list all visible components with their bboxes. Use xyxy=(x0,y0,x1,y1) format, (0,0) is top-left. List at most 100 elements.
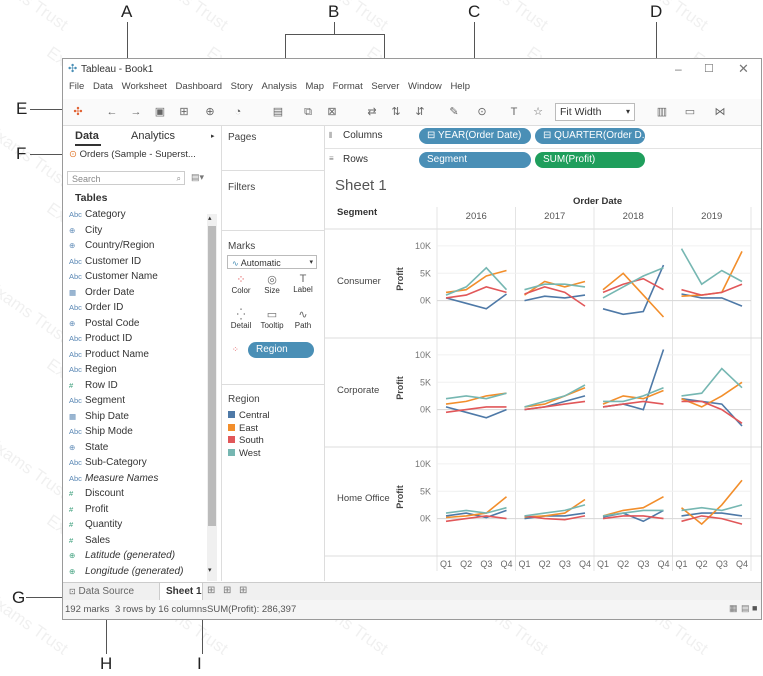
field-item[interactable]: Abc Order ID xyxy=(69,302,123,313)
menu-server[interactable]: Server xyxy=(371,81,399,92)
highlight-icon[interactable]: ✎ xyxy=(447,105,461,119)
clear-sheet-icon[interactable]: ⊠ xyxy=(325,105,339,119)
field-item[interactable]: # Row ID xyxy=(69,380,118,391)
field-item[interactable]: ⊕ Latitude (generated) xyxy=(69,550,175,561)
field-item[interactable]: # Quantity xyxy=(69,519,122,530)
series-line-south[interactable] xyxy=(445,286,507,299)
field-item[interactable]: ⊕ City xyxy=(69,225,102,236)
redo-icon[interactable]: → xyxy=(129,105,143,119)
path-button[interactable]: ∿ Path xyxy=(289,308,317,338)
legend-item-central[interactable]: Central xyxy=(228,410,270,423)
field-item[interactable]: # Profit xyxy=(69,504,108,515)
field-scrollbar[interactable]: ▴ ▾ xyxy=(207,214,217,581)
region-mark-pill[interactable]: Region xyxy=(248,342,314,358)
menu-map[interactable]: Map xyxy=(306,81,324,92)
datasource-item[interactable]: ⊙ Orders (Sample - Superst... xyxy=(69,149,215,164)
show-labels-icon[interactable]: T xyxy=(507,105,521,119)
series-line-west[interactable] xyxy=(445,506,507,514)
field-item[interactable]: Abc Segment xyxy=(69,395,125,406)
new-datasource-icon[interactable]: ⊞ xyxy=(177,105,191,119)
new-story-icon[interactable]: ⊞ xyxy=(239,585,247,596)
menu-data[interactable]: Data xyxy=(93,81,113,92)
legend-item-west[interactable]: West xyxy=(228,448,270,461)
new-worksheet-icon[interactable]: ⊞ xyxy=(207,585,215,596)
view-options-icon[interactable]: ▤▾ xyxy=(191,172,204,183)
new-sheet-icon[interactable]: ⊕ xyxy=(203,105,217,119)
fix-axes-icon[interactable]: ☆ xyxy=(531,105,545,119)
field-item[interactable]: ⊕ State xyxy=(69,442,108,453)
grid-view-icon[interactable]: ▦ xyxy=(729,603,738,614)
maximize-icon[interactable]: ☐ xyxy=(704,62,714,75)
series-line-south[interactable] xyxy=(681,515,743,525)
mark-type-select[interactable]: ∿ Automatic ▾ xyxy=(227,255,317,269)
sheet1-tab[interactable]: Sheet 1 xyxy=(159,583,203,600)
menu-analysis[interactable]: Analysis xyxy=(262,81,297,92)
color-button[interactable]: ⁘ Color xyxy=(227,273,255,303)
size-button[interactable]: ◎ Size xyxy=(258,273,286,303)
series-line-west[interactable] xyxy=(680,248,743,286)
label-button[interactable]: T Label xyxy=(289,273,317,303)
field-item[interactable]: Abc Region xyxy=(69,364,117,375)
filmstrip-icon[interactable]: ■ xyxy=(752,603,757,613)
tab-analytics[interactable]: Analytics xyxy=(131,130,175,142)
menu-format[interactable]: Format xyxy=(333,81,363,92)
menu-window[interactable]: Window xyxy=(408,81,442,92)
field-item[interactable]: ⊕ Postal Code xyxy=(69,318,139,329)
field-item[interactable]: Abc Product Name xyxy=(69,349,149,360)
tableau-home-icon[interactable]: ✣ xyxy=(71,105,85,119)
swap-icon[interactable]: ⇄ xyxy=(365,105,379,119)
scroll-up-icon[interactable]: ▴ xyxy=(208,214,212,222)
pause-updates-icon[interactable]: ◔ xyxy=(231,105,245,119)
menu-file[interactable]: File xyxy=(69,81,84,92)
duplicate-icon[interactable]: ⧉ xyxy=(301,105,315,119)
pane-menu-icon[interactable]: ▸ xyxy=(211,132,215,140)
tab-data[interactable]: Data xyxy=(75,130,99,142)
series-line-west[interactable] xyxy=(681,504,743,512)
series-line-east[interactable] xyxy=(445,392,507,405)
run-update-icon[interactable]: ▤ xyxy=(271,105,285,119)
segment-pill[interactable]: Segment xyxy=(419,152,531,168)
field-item[interactable]: Abc Product ID xyxy=(69,333,132,344)
search-input[interactable]: Search ⌕ xyxy=(67,171,185,185)
sort-descending-icon[interactable]: ⇵ xyxy=(413,105,427,119)
undo-icon[interactable]: ← xyxy=(105,105,119,119)
legend-item-south[interactable]: South xyxy=(228,435,270,448)
presentation-mode-icon[interactable]: ▭ xyxy=(683,105,697,119)
new-dashboard-icon[interactable]: ⊞ xyxy=(223,585,231,596)
menu-worksheet[interactable]: Worksheet xyxy=(122,81,167,92)
field-item[interactable]: ⊕ Longitude (generated) xyxy=(69,566,183,577)
menu-story[interactable]: Story xyxy=(231,81,253,92)
field-item[interactable]: Abc Ship Mode xyxy=(69,426,133,437)
year-order-date-pill[interactable]: ⊟ YEAR(Order Date) xyxy=(419,128,531,144)
legend-item-east[interactable]: East xyxy=(228,423,270,436)
field-item[interactable]: ⊕ Country/Region xyxy=(69,240,154,251)
field-item[interactable]: Abc Sub-Category xyxy=(69,457,147,468)
show-cards-icon[interactable]: ▥ xyxy=(655,105,669,119)
group-icon[interactable]: ⊙ xyxy=(475,105,489,119)
sort-ascending-icon[interactable]: ⇅ xyxy=(389,105,403,119)
field-item[interactable]: Abc Customer Name xyxy=(69,271,158,282)
field-item[interactable]: Abc Category xyxy=(69,209,126,220)
datasource-tab[interactable]: ⊡ Data Source xyxy=(69,586,134,597)
tooltip-button[interactable]: ▭ Tooltip xyxy=(258,308,286,338)
series-line-east[interactable] xyxy=(681,251,743,297)
quarter-order-date-pill[interactable]: ⊟ QUARTER(Order D... xyxy=(535,128,645,144)
series-line-east[interactable] xyxy=(602,495,664,517)
list-view-icon[interactable]: ▤ xyxy=(741,603,750,614)
save-icon[interactable]: ▣ xyxy=(153,105,167,119)
field-scrollbar-thumb[interactable] xyxy=(208,226,216,526)
field-item[interactable]: ▦ Ship Date xyxy=(69,411,129,422)
field-item[interactable]: Abc Measure Names xyxy=(69,473,158,484)
fit-width-select[interactable]: Fit Width ▾ xyxy=(555,103,635,121)
scroll-down-icon[interactable]: ▾ xyxy=(208,566,212,574)
field-item[interactable]: # Discount xyxy=(69,488,124,499)
share-icon[interactable]: ⋈ xyxy=(713,105,727,119)
sum-profit-pill[interactable]: SUM(Profit) xyxy=(535,152,645,168)
detail-button[interactable]: ⁛ Detail xyxy=(227,308,255,338)
close-icon[interactable]: ✕ xyxy=(738,61,749,77)
series-line-south[interactable] xyxy=(681,283,743,296)
menu-dashboard[interactable]: Dashboard xyxy=(176,81,222,92)
field-item[interactable]: Abc Customer ID xyxy=(69,256,141,267)
series-line-south[interactable] xyxy=(681,400,743,424)
minimize-icon[interactable]: – xyxy=(675,62,682,76)
